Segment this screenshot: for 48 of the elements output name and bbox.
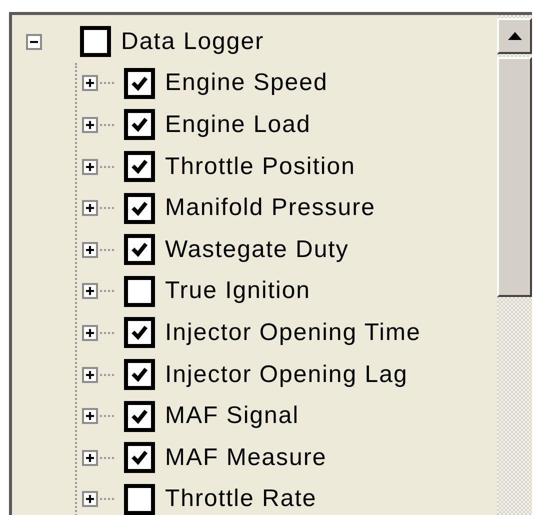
checkmark-icon [130,324,149,342]
tree-item-label[interactable]: Manifold Pressure [165,194,376,222]
checkmark-icon [130,158,149,176]
expand-toggle[interactable] [82,242,98,258]
expand-toggle[interactable] [82,116,98,133]
checkbox[interactable] [124,192,155,224]
tree-item-label[interactable]: Injector Opening Lag [165,360,408,389]
tree-item-label[interactable]: Engine Load [165,110,311,139]
up-arrow-icon [508,32,522,40]
tree-item-label[interactable]: Wastegate Duty [165,236,349,264]
expand-toggle[interactable] [82,200,98,216]
checkbox[interactable] [124,442,155,474]
tree-item-label[interactable]: Throttle Rate [165,485,317,514]
checkbox[interactable] [124,68,155,99]
checkmark-icon [130,449,149,466]
checkbox[interactable] [124,109,155,140]
checkmark-icon [130,74,149,92]
scroll-up-button[interactable] [497,18,532,54]
scrollbar-thumb[interactable] [497,57,532,297]
checkmark-icon [130,116,149,134]
tree-item-label[interactable]: Engine Speed [165,69,328,98]
checkbox[interactable] [124,359,155,390]
expand-toggle[interactable] [82,283,98,300]
expand-toggle[interactable] [82,450,98,466]
checkbox[interactable] [124,317,155,348]
tree-item-label[interactable]: Throttle Position [165,152,356,181]
expand-toggle[interactable] [82,366,98,383]
checkbox[interactable] [124,276,155,307]
checkbox[interactable] [80,26,111,58]
expand-toggle[interactable] [82,75,98,92]
tree-item-label[interactable]: True Ignition [165,277,311,306]
checkbox[interactable] [124,484,155,515]
tree-item-label[interactable]: MAF Signal [165,402,300,430]
tree-item-label[interactable]: Injector Opening Time [165,318,421,347]
expand-toggle[interactable] [82,158,98,175]
checkmark-icon [130,408,149,425]
checkmark-icon [130,200,149,217]
checkmark-icon [130,366,149,384]
tree-item-label[interactable]: MAF Measure [165,444,327,472]
expand-toggle[interactable] [82,324,98,341]
collapse-toggle[interactable] [26,34,42,50]
checkmark-icon [130,241,149,258]
checkbox[interactable] [124,400,155,432]
expand-toggle[interactable] [82,408,98,424]
expand-toggle[interactable] [82,491,98,508]
checkbox[interactable] [124,234,155,266]
checkbox[interactable] [124,151,155,182]
tree-item-label[interactable]: Data Logger [121,28,264,56]
